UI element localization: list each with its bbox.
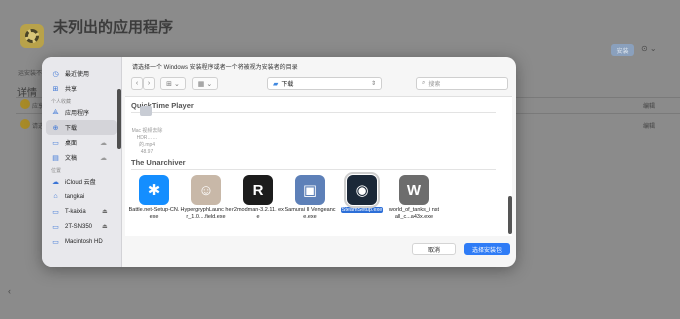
chevron-right-icon: › bbox=[147, 80, 151, 87]
location-label: 下载 bbox=[281, 82, 294, 88]
sidebar-item-label: iCloud 云盘 bbox=[65, 180, 96, 186]
back-chevron-icon[interactable]: ‹ bbox=[8, 286, 11, 296]
home-icon: ⌂ bbox=[53, 193, 58, 200]
search-input[interactable]: ⌕ 搜索 bbox=[416, 77, 508, 90]
folder-icon: ▰ bbox=[273, 80, 279, 88]
file-name[interactable]: Mac 视频去除 HDR……的.mp4 48.97 bbox=[129, 128, 165, 156]
file-open-dialog: ◷ 最近使用 ⊞ 共享 个人收藏 ⟁ 应用程序 ⊕ 下载 ▭ 桌面 ☁ ▤ 文稿 ☁ 位置 ☁ i… bbox=[42, 57, 516, 267]
r2modman-icon: R bbox=[243, 175, 273, 205]
sidebar-item-applications[interactable]: ⟁ 应用程序 bbox=[42, 105, 121, 120]
file-browser: QuickTime Player Mac 视频去除 HDR……的.mp4 48.… bbox=[125, 96, 512, 236]
document-icon: ▤ bbox=[52, 154, 59, 162]
sidebar-item-label: 2T-SN350 bbox=[65, 223, 93, 230]
search-icon: ⌕ bbox=[422, 80, 426, 86]
sidebar-item-icloud[interactable]: ☁ iCloud 云盘 bbox=[42, 174, 121, 189]
file-name: world_of_tanks_i nstall_c...a43x.exe bbox=[388, 207, 440, 220]
cancel-button[interactable]: 取消 bbox=[412, 243, 456, 255]
content-scrollbar[interactable] bbox=[508, 196, 512, 234]
file-caption: 48.97 bbox=[140, 149, 154, 155]
app-gear-icon bbox=[20, 24, 44, 48]
file-name: Battle.net-Setup-CN.exe bbox=[128, 207, 180, 220]
location-dropdown[interactable]: ▰ 下载 ⇕ bbox=[267, 77, 382, 90]
divider bbox=[131, 112, 496, 113]
sidebar-item-documents[interactable]: ▤ 文稿 ☁ bbox=[42, 150, 121, 165]
file-item[interactable]: R r2modman-3.2.11. exe bbox=[232, 175, 284, 221]
drive-icon: ▭ bbox=[52, 238, 59, 246]
sidebar-item-label: tangkai bbox=[65, 193, 85, 200]
file-item[interactable]: W world_of_tanks_i nstall_c...a43x.exe bbox=[388, 175, 440, 221]
cloud-icon: ☁ bbox=[100, 139, 107, 147]
view-mode-button[interactable]: ⊞ ⌄ bbox=[160, 77, 186, 90]
sidebar-item-2t-sn350[interactable]: ▭ 2T-SN350 ⏏ bbox=[42, 219, 121, 234]
sidebar-item-label: 桌面 bbox=[65, 141, 78, 147]
forward-button[interactable]: › bbox=[143, 77, 155, 90]
video-thumbnail-icon[interactable] bbox=[140, 106, 152, 116]
sidebar-item-label: Macintosh HD bbox=[65, 238, 103, 245]
drive-icon: ▭ bbox=[52, 208, 59, 216]
installer-icon: ▣ bbox=[295, 175, 325, 205]
group-icon: ▦ ⌄ bbox=[197, 80, 213, 88]
choose-installer-button[interactable]: 选择安装包 bbox=[464, 243, 510, 255]
sidebar-item-macintosh-hd[interactable]: ▭ Macintosh HD bbox=[42, 234, 121, 249]
edit-link[interactable]: 编辑 bbox=[643, 121, 655, 130]
divider bbox=[131, 169, 496, 170]
battlenet-icon: ✱ bbox=[139, 175, 169, 205]
sidebar-scrollbar[interactable] bbox=[117, 89, 121, 149]
download-icon: ⊕ bbox=[52, 124, 59, 132]
edit-link[interactable]: 编辑 bbox=[643, 101, 655, 110]
sidebar-item-label: 应用程序 bbox=[65, 111, 90, 117]
sidebar-section-favorites: 个人收藏 bbox=[51, 99, 72, 105]
drive-icon: ▭ bbox=[52, 223, 59, 231]
install-button[interactable]: 安装 bbox=[611, 44, 634, 56]
sidebar-item-downloads[interactable]: ⊕ 下载 bbox=[46, 120, 117, 135]
group-header: The Unarchiver bbox=[131, 158, 186, 167]
search-placeholder: 搜索 bbox=[428, 82, 441, 88]
group-mode-button[interactable]: ▦ ⌄ bbox=[192, 77, 218, 90]
back-button[interactable]: ‹ bbox=[131, 77, 143, 90]
file-item[interactable]: ▣ Samurai II Vengeance.exe bbox=[284, 175, 336, 221]
sidebar-item-shared[interactable]: ⊞ 共享 bbox=[42, 81, 121, 96]
shared-icon: ⊞ bbox=[52, 85, 59, 93]
file-item[interactable]: ☺ HypergryphLaunc her_1.0....field.exe bbox=[180, 175, 232, 221]
page-title: 未列出的应用程序 bbox=[53, 19, 174, 36]
sidebar-item-label: T-kaixia bbox=[65, 208, 86, 215]
warning-icon bbox=[20, 99, 30, 109]
dialog-footer: 取消 选择安装包 bbox=[122, 239, 516, 267]
file-name: Samurai II Vengeance.exe bbox=[284, 207, 336, 220]
sidebar-item-label: 共享 bbox=[65, 87, 78, 93]
file-name: r2modman-3.2.11. exe bbox=[232, 207, 284, 220]
clock-icon: ◷ bbox=[52, 70, 59, 78]
sidebar-item-desktop[interactable]: ▭ 桌面 ☁ bbox=[42, 135, 121, 150]
sidebar-item-home[interactable]: ⌂ tangkai bbox=[42, 189, 121, 204]
desktop-icon: ▭ bbox=[52, 139, 59, 147]
chevron-updown-icon: ⇕ bbox=[370, 81, 376, 87]
cloud-icon: ☁ bbox=[100, 154, 107, 162]
sidebar-item-t-kaixia[interactable]: ▭ T-kaixia ⏏ bbox=[42, 204, 121, 219]
cloud-icon: ☁ bbox=[52, 178, 59, 186]
sidebar-item-label: 下载 bbox=[65, 126, 78, 132]
file-item[interactable]: ✱ Battle.net-Setup-CN.exe bbox=[128, 175, 180, 221]
dialog-title: 请选择一个 Windows 安装程序或者一个将被视为安装者的目录 bbox=[132, 65, 298, 71]
more-menu-icon[interactable]: ⊙ ⌄ bbox=[641, 44, 657, 53]
steam-icon: ◉ bbox=[344, 172, 380, 208]
hypergryph-icon: ☺ bbox=[191, 175, 221, 205]
sidebar-section-locations: 位置 bbox=[51, 168, 62, 174]
eject-icon[interactable]: ⏏ bbox=[102, 223, 108, 230]
sidebar-item-recents[interactable]: ◷ 最近使用 bbox=[42, 66, 121, 81]
apps-icon: ⟁ bbox=[52, 108, 59, 116]
sidebar-item-label: 最近使用 bbox=[65, 72, 90, 78]
sidebar-item-label: 文稿 bbox=[65, 156, 78, 162]
file-name: HypergryphLaunc her_1.0....field.exe bbox=[180, 207, 232, 220]
warning-icon bbox=[20, 119, 30, 129]
file-name: SteamSetup.exe bbox=[340, 207, 384, 213]
eject-icon[interactable]: ⏏ bbox=[102, 208, 108, 215]
grid-icon: ⊞ ⌄ bbox=[166, 80, 180, 88]
file-item-selected[interactable]: ◉ SteamSetup.exe bbox=[336, 172, 388, 214]
sidebar: ◷ 最近使用 ⊞ 共享 个人收藏 ⟁ 应用程序 ⊕ 下载 ▭ 桌面 ☁ ▤ 文稿 ☁ 位置 ☁ i… bbox=[42, 57, 122, 267]
chevron-left-icon: ‹ bbox=[135, 80, 139, 87]
wot-icon: W bbox=[399, 175, 429, 205]
